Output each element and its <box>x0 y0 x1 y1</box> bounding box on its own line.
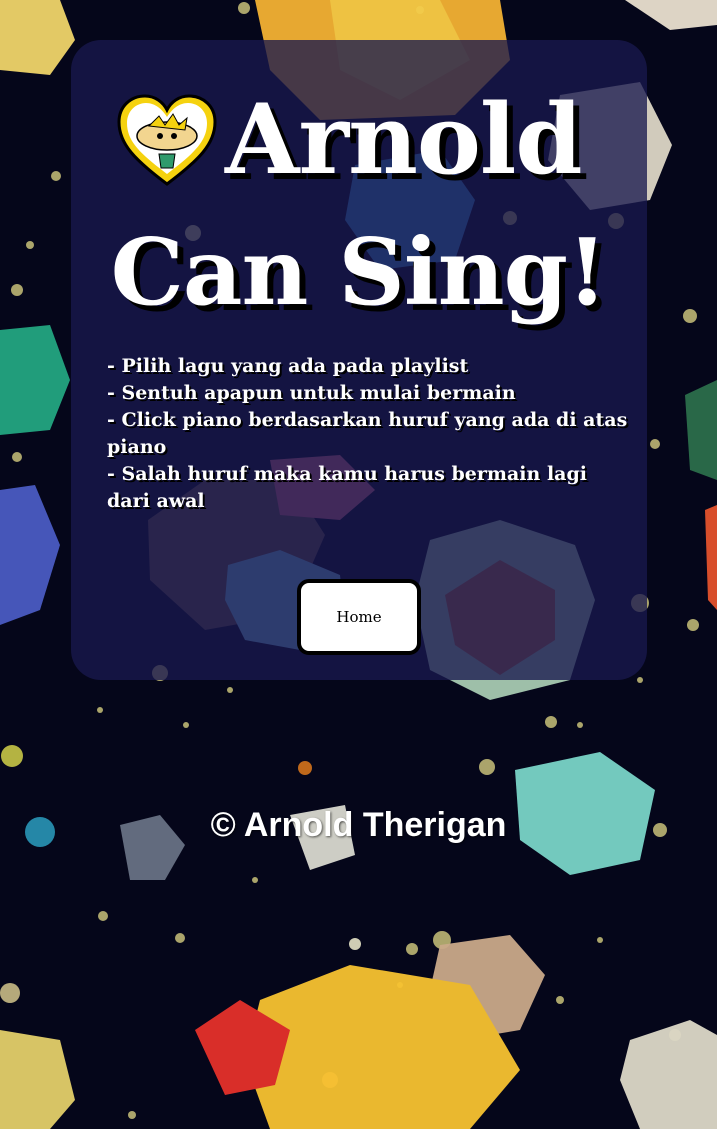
instruction-item: - Sentuh apapun untuk mulai bermain <box>107 382 516 404</box>
instructions-list: - Pilih lagu yang ada pada playlist - Se… <box>107 353 635 515</box>
home-button-label: Home <box>336 608 382 626</box>
instruction-item: - Salah huruf maka kamu harus bermain la… <box>107 463 587 512</box>
instruction-item: - Pilih lagu yang ada pada playlist <box>107 355 469 377</box>
instruction-item: - Click piano berdasarkan huruf yang ada… <box>107 409 628 458</box>
arnold-heart-icon <box>115 92 219 188</box>
app-screen: Arnold Can Sing! - Pilih lagu yang ada p… <box>0 0 717 1129</box>
page-title-line2: Can Sing! <box>110 218 608 326</box>
page-title-line1: Arnold <box>225 83 582 196</box>
title-row: Arnold <box>115 80 582 200</box>
home-button[interactable]: Home <box>297 579 421 655</box>
copyright-footer: © Arnold Therigan <box>210 806 507 844</box>
